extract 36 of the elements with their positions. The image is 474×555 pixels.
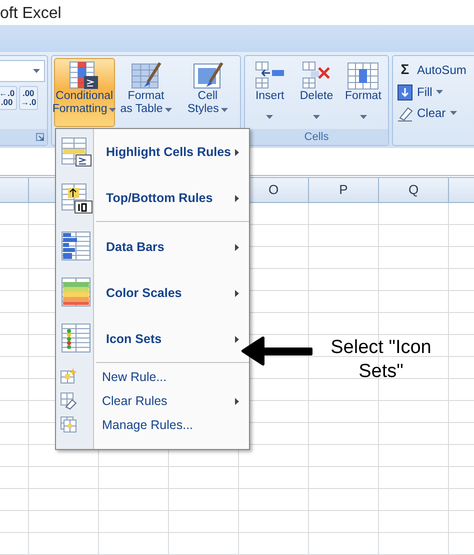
top-bottom-rules-icon: [60, 181, 94, 215]
ribbon-button[interactable]: Fill: [395, 82, 474, 102]
ribbon-button[interactable]: Format: [340, 58, 386, 127]
ribbon-button[interactable]: Cell Styles: [177, 58, 238, 127]
menu-item[interactable]: Icon Sets: [56, 316, 249, 362]
ribbon-button[interactable]: Insert: [247, 58, 293, 127]
ribbon-button[interactable]: Clear: [395, 103, 474, 123]
column-header[interactable]: P: [309, 178, 379, 202]
new-rule-icon: [60, 368, 78, 386]
eraser-icon: [397, 104, 413, 122]
menu-item[interactable]: Color Scales: [56, 270, 249, 316]
menu-item[interactable]: Clear Rules: [56, 389, 249, 413]
insert-cells-icon: [254, 60, 286, 90]
manage-rules-icon: [60, 416, 78, 434]
delete-cells-icon: [300, 60, 332, 90]
highlight-rules-icon: [60, 135, 94, 169]
conditional-formatting-icon: [68, 60, 100, 90]
decrease-decimal-button[interactable]: .00 →.0: [18, 86, 38, 110]
ribbon-button[interactable]: Delete: [294, 58, 340, 127]
menu-item[interactable]: New Rule...: [56, 365, 249, 389]
ribbon-button[interactable]: Format as Table: [116, 58, 176, 127]
ribbon-button[interactable]: Σ AutoSum: [395, 58, 474, 81]
caret-icon: [33, 69, 40, 73]
column-header[interactable]: Q: [379, 178, 449, 202]
menu-item[interactable]: Data Bars: [56, 224, 249, 270]
format-cells-icon: [347, 60, 380, 90]
dialog-launcher-icon: [36, 133, 44, 141]
increase-decimal-button[interactable]: ←.0 .00: [0, 86, 17, 110]
fill-down-icon: [397, 84, 413, 100]
sum-icon: Σ: [397, 59, 413, 80]
cell-brush-icon: [192, 60, 224, 90]
table-brush-icon: [130, 60, 162, 90]
annotation-text: Select "Icon Sets": [330, 336, 432, 384]
font-size-field[interactable]: [0, 60, 45, 82]
clear-rules-icon: [60, 392, 78, 410]
menu-item[interactable]: Manage Rules...: [56, 413, 249, 437]
